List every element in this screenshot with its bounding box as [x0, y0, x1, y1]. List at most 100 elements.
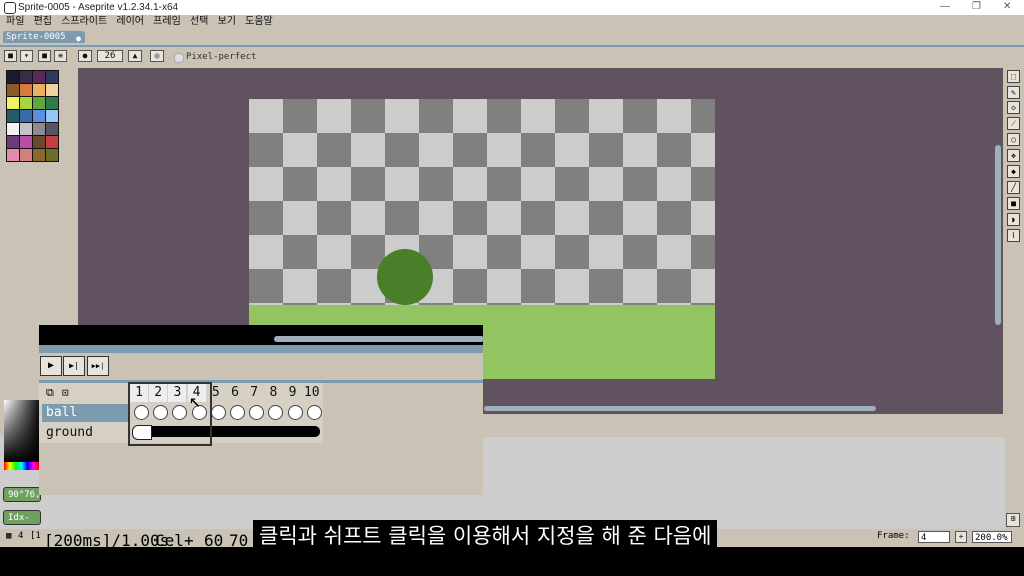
fullscreen-icon[interactable]: ⊞	[1006, 513, 1020, 527]
menu-edit[interactable]: 편집	[34, 15, 52, 29]
palette-swatch[interactable]	[7, 110, 19, 122]
layer-ground[interactable]: ground	[42, 424, 128, 442]
move-tool-icon[interactable]: ✥	[1007, 149, 1020, 162]
window-title: Sprite-0005 - Aseprite v1.2.34.1-x64	[18, 2, 179, 13]
layer-ball[interactable]: ball	[42, 404, 128, 422]
palette-swatch[interactable]	[46, 71, 58, 83]
aseprite-icon	[4, 2, 16, 14]
menu-bar: 파일 편집 스프라이트 레이어 프레임 선택 보기 도움말	[0, 15, 1024, 29]
menu-view[interactable]: 보기	[218, 15, 236, 29]
palette-swatch[interactable]	[46, 123, 58, 135]
shape-square-icon[interactable]: ■	[38, 50, 51, 62]
ball-cel[interactable]	[306, 405, 322, 420]
palette-swatch[interactable]	[20, 84, 32, 96]
ball-sprite	[377, 249, 433, 305]
menu-frame[interactable]: 프레임	[153, 15, 181, 29]
palette-swatch[interactable]	[20, 149, 32, 161]
cursor-arrow-icon: ↖	[189, 388, 202, 412]
last-frame-button[interactable]: ▶▶|	[87, 356, 109, 376]
palette-swatch[interactable]	[20, 110, 32, 122]
ball-cel[interactable]	[287, 405, 303, 420]
brush-size-field[interactable]: 26	[97, 50, 123, 62]
palette-swatch[interactable]	[20, 97, 32, 109]
palette-swatch[interactable]	[46, 84, 58, 96]
frame-number[interactable]: 6	[226, 384, 244, 402]
palette-swatch[interactable]	[20, 71, 32, 83]
link-cels-icon[interactable]: ⊡	[62, 386, 69, 399]
color-palette[interactable]	[6, 70, 59, 162]
minimize-button[interactable]: —	[940, 1, 950, 12]
tab-bar	[0, 29, 1024, 43]
frame-number[interactable]: 9	[284, 384, 302, 402]
fill-tool-icon[interactable]: ◆	[1007, 165, 1020, 178]
brush-type-icon[interactable]: ●	[78, 50, 92, 62]
palette-swatch[interactable]	[20, 123, 32, 135]
palette-swatch[interactable]	[7, 149, 19, 161]
zoom-input[interactable]: 200.0%	[972, 531, 1012, 543]
palette-swatch[interactable]	[33, 149, 45, 161]
timeline-scrollbar[interactable]	[274, 336, 484, 342]
ball-cel[interactable]	[230, 405, 245, 420]
blur-tool-icon[interactable]: ⌇	[1007, 229, 1020, 242]
palette-swatch[interactable]	[7, 84, 19, 96]
menu-lines-icon[interactable]: ≡	[54, 50, 67, 62]
status-left-bracket: [1	[30, 531, 41, 541]
menu-sprite[interactable]: 스프라이트	[61, 15, 107, 29]
status-left-number: 4	[18, 531, 24, 541]
menu-layer[interactable]: 레이어	[116, 15, 144, 29]
frame-input[interactable]: 4	[918, 531, 950, 543]
palette-swatch[interactable]	[20, 136, 32, 148]
layers-stack-icon: ▦	[6, 531, 12, 541]
menu-select[interactable]: 선택	[190, 15, 208, 29]
add-frame-icon[interactable]: +	[955, 531, 967, 543]
lock-icon[interactable]: ■	[4, 50, 17, 62]
modified-dot-icon: ●	[76, 34, 81, 43]
color-readout[interactable]: 90°76,	[3, 487, 41, 502]
marquee-tool-icon[interactable]: ⬚	[1007, 70, 1020, 83]
eraser-tool-icon[interactable]: ◇	[1007, 101, 1020, 114]
palette-swatch[interactable]	[33, 110, 45, 122]
eyedropper-tool-icon[interactable]: ⁄	[1007, 117, 1020, 130]
palette-swatch[interactable]	[33, 71, 45, 83]
pin-icon[interactable]: ▾	[20, 50, 33, 62]
next-frame-button[interactable]: ▶|	[63, 356, 85, 376]
pixel-perfect-label: Pixel-perfect	[186, 52, 257, 62]
palette-swatch[interactable]	[7, 123, 19, 135]
palette-swatch[interactable]	[33, 97, 45, 109]
palette-swatch[interactable]	[7, 71, 19, 83]
palette-swatch[interactable]	[46, 97, 58, 109]
palette-swatch[interactable]	[46, 110, 58, 122]
menu-help[interactable]: 도움말	[245, 15, 273, 29]
color-picker[interactable]	[4, 400, 39, 462]
frame-number[interactable]: 7	[245, 384, 263, 402]
palette-swatch[interactable]	[33, 84, 45, 96]
close-button[interactable]: ✕	[1003, 1, 1011, 12]
menu-file[interactable]: 파일	[6, 15, 24, 29]
maximize-button[interactable]: ❐	[972, 1, 981, 12]
pencil-tool-icon[interactable]: ✎	[1007, 86, 1020, 99]
rectangle-tool-icon[interactable]: ■	[1007, 197, 1020, 210]
horizontal-scrollbar[interactable]	[484, 406, 876, 411]
zoom-tool-icon[interactable]: ○	[1007, 133, 1020, 146]
zoom-icon[interactable]: ◎	[150, 50, 164, 62]
play-button[interactable]: ▶	[40, 356, 62, 376]
tab-label: Sprite-0005	[6, 32, 66, 42]
ball-cel[interactable]	[210, 405, 226, 420]
palette-swatch[interactable]	[33, 123, 45, 135]
palette-swatch[interactable]	[46, 149, 58, 161]
contour-tool-icon[interactable]: ◗	[1007, 213, 1020, 226]
hue-slider[interactable]	[4, 462, 39, 470]
line-tool-icon[interactable]: ╱	[1007, 181, 1020, 194]
vertical-scrollbar[interactable]	[995, 145, 1001, 325]
palette-swatch[interactable]	[46, 136, 58, 148]
frame-number[interactable]: 10	[303, 384, 321, 402]
palette-swatch[interactable]	[33, 136, 45, 148]
pixel-perfect-checkbox[interactable]	[174, 53, 184, 63]
palette-swatch[interactable]	[7, 136, 19, 148]
ink-icon[interactable]: ▲	[128, 50, 142, 62]
index-readout[interactable]: Idx-	[3, 510, 41, 525]
frame-number[interactable]: 8	[264, 384, 282, 402]
palette-swatch[interactable]	[7, 97, 19, 109]
tab-sprite-0005[interactable]: Sprite-0005 ●	[3, 31, 85, 43]
onion-skin-icon[interactable]: ⧉	[46, 386, 54, 400]
